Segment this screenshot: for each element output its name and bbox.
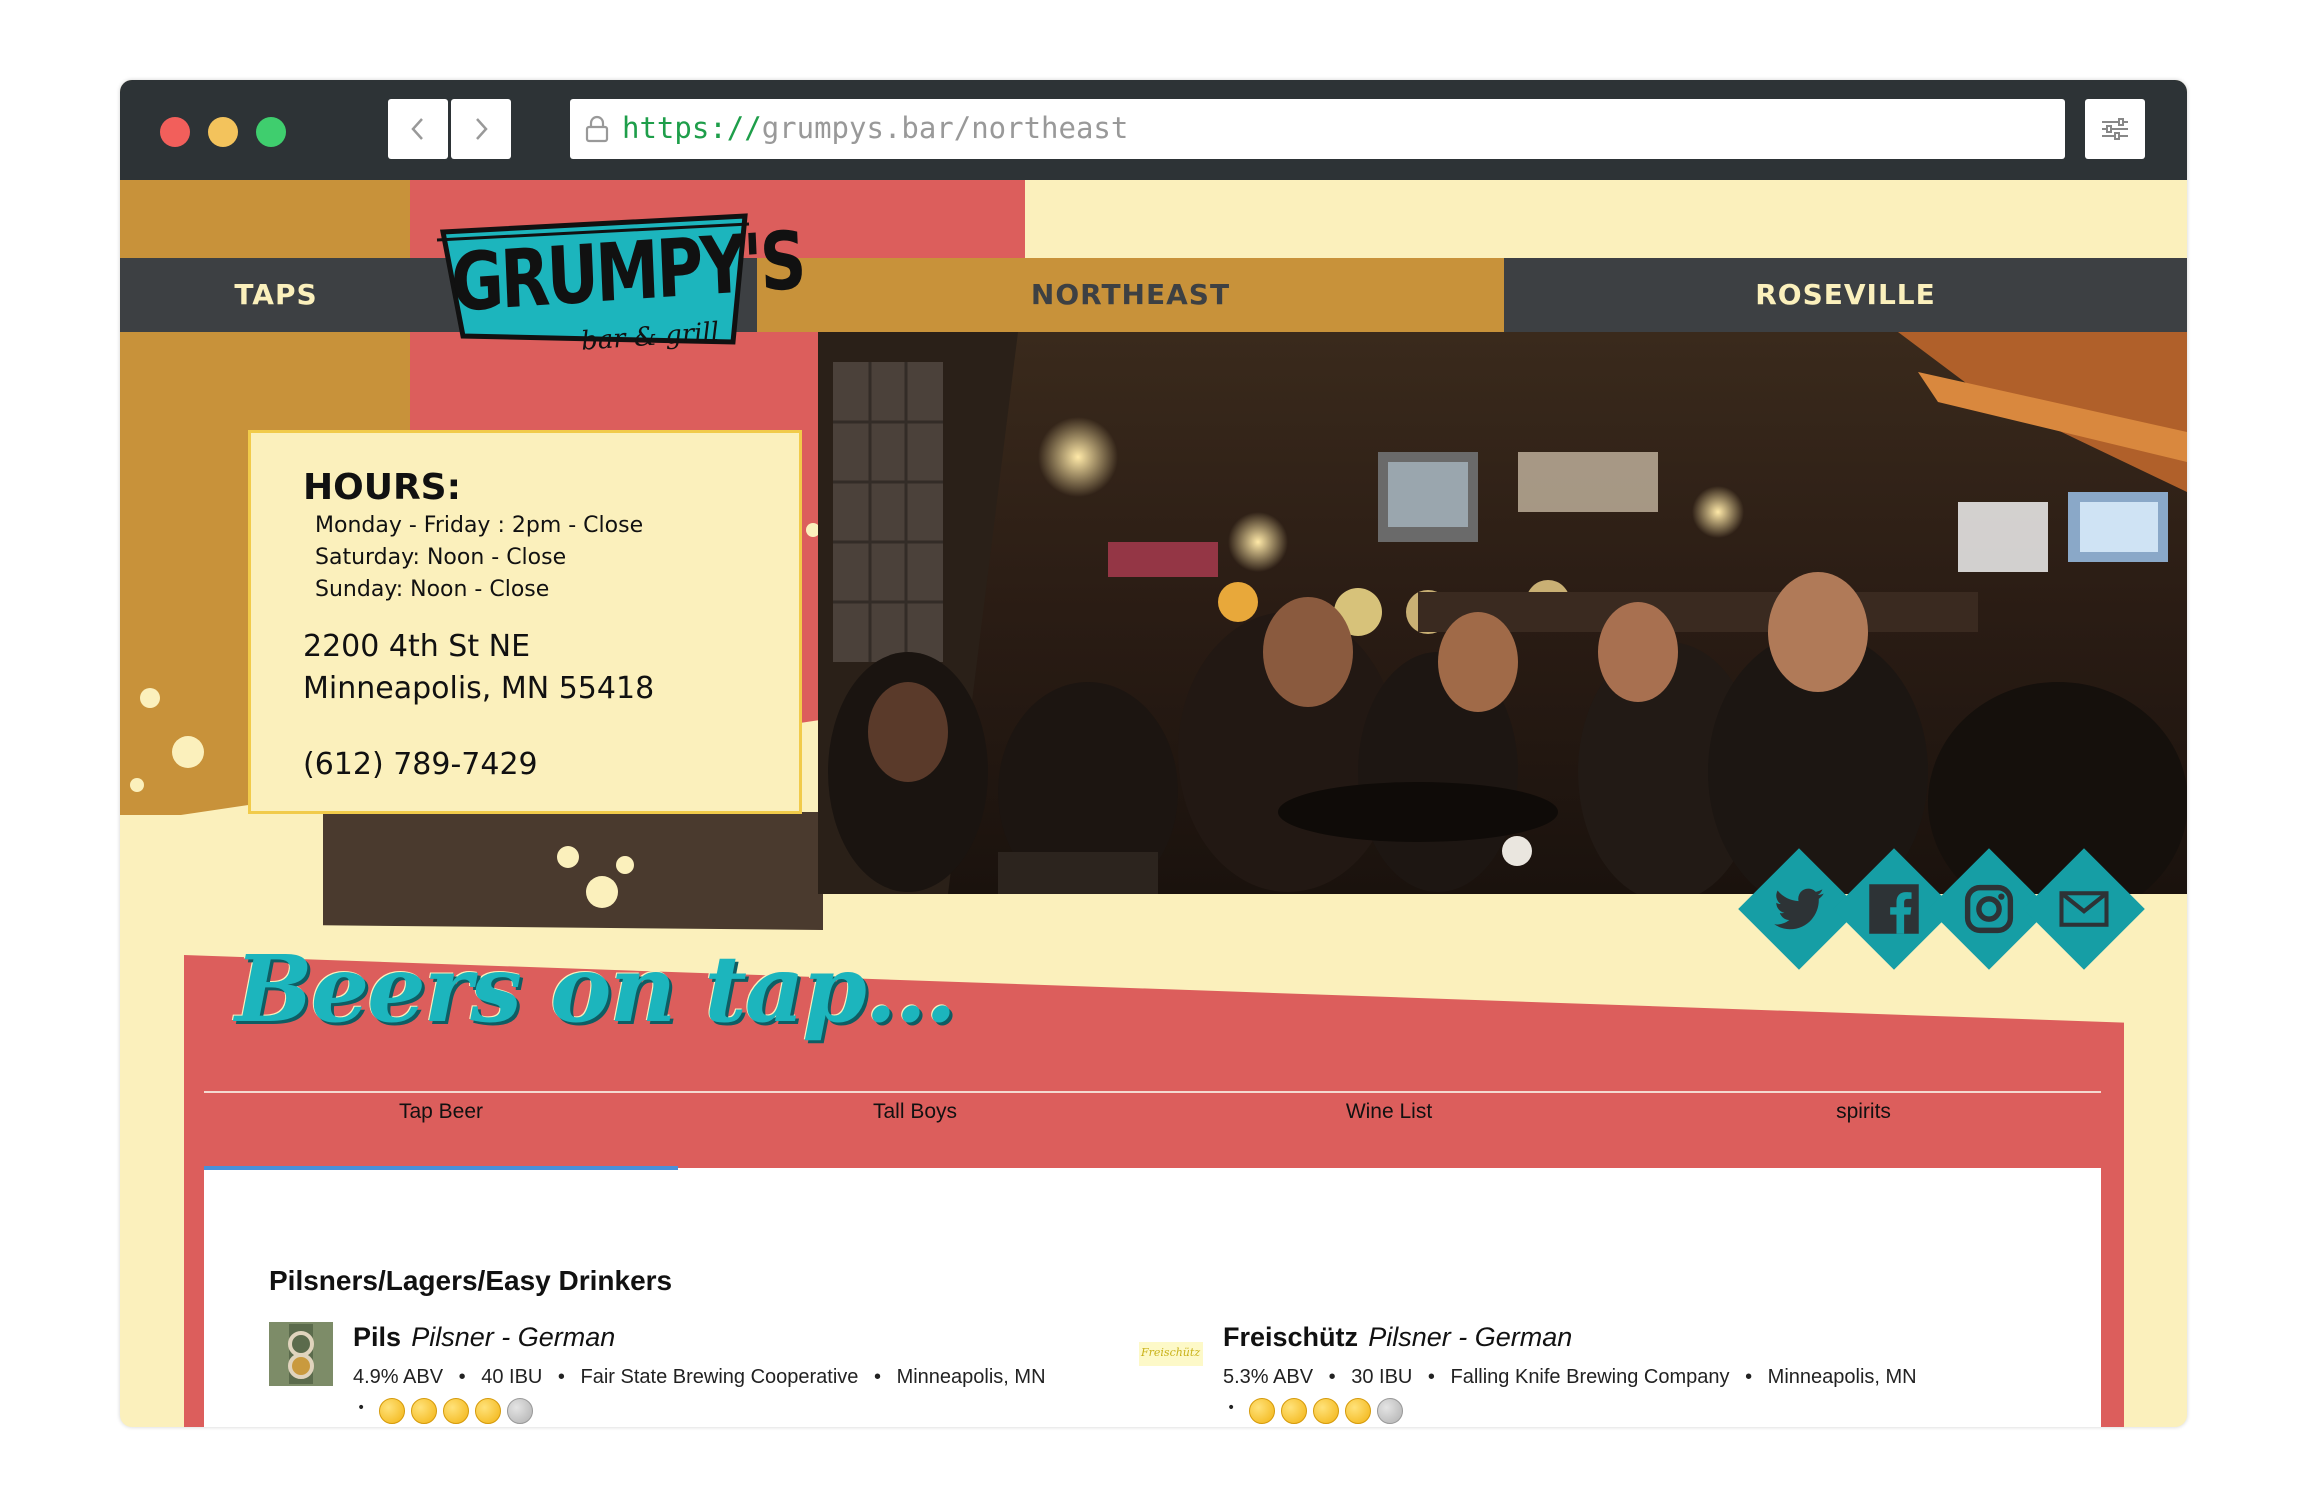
- rating-coin-empty: [1377, 1398, 1403, 1424]
- category-heading: Pilsners/Lagers/Easy Drinkers: [269, 1265, 673, 1296]
- bar-interior-photo: [818, 332, 2187, 894]
- address-street: 2200 4th St NE: [303, 629, 531, 664]
- bubble-decor: [140, 688, 160, 708]
- settings-button[interactable]: [2085, 99, 2145, 159]
- maximize-window-button[interactable]: [256, 117, 286, 147]
- hours-sunday: Sunday: Noon - Close: [315, 577, 550, 602]
- separator: •: [357, 1400, 366, 1416]
- bubble-decor: [130, 778, 144, 792]
- active-tab-indicator: [204, 1166, 678, 1170]
- beer-style: Pilsner - German: [411, 1322, 616, 1352]
- tab-tap-beer[interactable]: Tap Beer: [204, 1090, 678, 1132]
- beer-meta: 5.3% ABV • 30 IBU • Falling Knife Brewin…: [1223, 1366, 1917, 1389]
- rating-coin-full: [475, 1398, 501, 1424]
- hours-saturday: Saturday: Noon - Close: [315, 545, 567, 570]
- nav-roseville[interactable]: ROSEVILLE: [1504, 258, 2187, 332]
- twitter-icon: [1774, 888, 1824, 930]
- hours-weekday: Monday - Friday : 2pm - Close: [315, 513, 644, 538]
- tab-label: spirits: [1836, 1100, 1891, 1123]
- rating-coin-empty: [507, 1398, 533, 1424]
- url-path: grumpys.bar/northeast: [761, 111, 1129, 145]
- brewery-logo: [269, 1322, 333, 1386]
- url-protocol: https://: [622, 111, 762, 145]
- brewery-logo-text: Freischütz: [1141, 1346, 1201, 1359]
- bubble-decor: [557, 846, 579, 868]
- url-text: https://grumpys.bar/northeast: [622, 111, 1128, 145]
- browser-toolbar: https://grumpys.bar/northeast: [120, 80, 2187, 180]
- hours-heading: HOURS:: [303, 467, 462, 508]
- tab-label: Tall Boys: [872, 1100, 958, 1123]
- brown-block: [323, 812, 823, 930]
- beer-list-panel: Pilsners/Lagers/Easy Drinkers Pils Pilsn…: [204, 1166, 2101, 1427]
- address-city: Minneapolis, MN 55418: [303, 671, 655, 706]
- tab-wine-list[interactable]: Wine List: [1152, 1090, 1626, 1132]
- beer-location: Minneapolis, MN: [896, 1366, 1046, 1388]
- beer-item[interactable]: Pils Pilsner - German 4.9% ABV • 40 IBU …: [269, 1322, 1089, 1427]
- rating-coin-full: [1345, 1398, 1371, 1424]
- beer-abv: 5.3% ABV: [1223, 1366, 1314, 1388]
- beer-ibu: 30 IBU: [1351, 1366, 1413, 1388]
- lock-icon: [585, 115, 609, 143]
- beer-style: Pilsner - German: [1368, 1322, 1573, 1352]
- separator: •: [557, 1366, 565, 1388]
- beer-item[interactable]: Freischütz Freischütz Pilsner - German 5…: [1139, 1322, 2039, 1427]
- rating-coin-full: [1281, 1398, 1307, 1424]
- nav-taps[interactable]: TAPS: [120, 258, 432, 332]
- rating-coin-full: [1313, 1398, 1339, 1424]
- instagram-icon: [1964, 884, 2014, 934]
- rating-coin-full: [1249, 1398, 1275, 1424]
- back-button[interactable]: [388, 99, 448, 159]
- facebook-icon: [1869, 884, 1919, 934]
- beer-brewery[interactable]: Falling Knife Brewing Company: [1451, 1366, 1730, 1388]
- bubble-decor: [172, 736, 204, 768]
- beers-on-tap-title: Beers on tap...: [235, 935, 957, 1043]
- tab-label: Tap Beer: [398, 1100, 484, 1123]
- website: TAPS NORTHEAST ROSEVILLE GRUMPY'S bar & …: [120, 180, 2187, 1427]
- rating-coin-full: [379, 1398, 405, 1424]
- separator: •: [458, 1366, 466, 1388]
- separator: •: [1328, 1366, 1336, 1388]
- rating-coin-full: [443, 1398, 469, 1424]
- email-icon: [2059, 891, 2109, 927]
- carousel-indicator[interactable]: [1502, 836, 1532, 866]
- beer-ibu: 40 IBU: [481, 1366, 543, 1388]
- close-window-button[interactable]: [160, 117, 190, 147]
- rating: •: [1223, 1398, 1423, 1427]
- brewery-logo: Freischütz: [1139, 1342, 1203, 1366]
- hours-card: HOURS: Monday - Friday : 2pm - Close Sat…: [248, 430, 802, 814]
- beer-location: Minneapolis, MN: [1767, 1366, 1917, 1388]
- tab-label: Wine List: [1345, 1100, 1433, 1123]
- forward-button[interactable]: [451, 99, 511, 159]
- minimize-window-button[interactable]: [208, 117, 238, 147]
- tab-tall-boys[interactable]: Tall Boys: [678, 1090, 1152, 1132]
- separator: •: [873, 1366, 881, 1388]
- bubble-decor: [586, 876, 618, 908]
- chevron-left-icon: [411, 118, 423, 140]
- rating: •: [353, 1398, 553, 1427]
- separator: •: [1427, 1366, 1435, 1388]
- separator: •: [1227, 1400, 1236, 1416]
- chevron-right-icon: [476, 118, 488, 140]
- separator: •: [1745, 1366, 1753, 1388]
- tab-spirits[interactable]: spirits: [1626, 1090, 2101, 1132]
- address-bar[interactable]: https://grumpys.bar/northeast: [570, 99, 2065, 159]
- browser-window: https://grumpys.bar/northeast TAPS NORTH…: [120, 80, 2187, 1427]
- phone-number[interactable]: (612) 789-7429: [303, 747, 538, 782]
- beer-brewery[interactable]: Fair State Brewing Cooperative: [581, 1366, 859, 1388]
- nav-northeast[interactable]: NORTHEAST: [757, 258, 1504, 332]
- beer-name: Freischütz: [1223, 1322, 1359, 1352]
- beer-name: Pils: [353, 1322, 402, 1352]
- social-links: [1738, 848, 2160, 986]
- rating-coin-full: [411, 1398, 437, 1424]
- site-logo[interactable]: GRUMPY'S bar & grill: [433, 210, 805, 370]
- beer-abv: 4.9% ABV: [353, 1366, 444, 1388]
- sliders-icon: [2102, 118, 2128, 140]
- beer-meta: 4.9% ABV • 40 IBU • Fair State Brewing C…: [353, 1366, 1046, 1389]
- bubble-decor: [616, 856, 634, 874]
